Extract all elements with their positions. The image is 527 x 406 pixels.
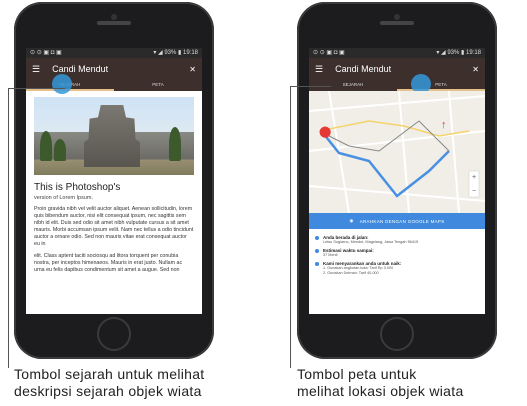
bullet-icon [315,249,319,253]
status-bar: ⊙ ⊙ ▣ ◘ ▣ ▾ ◢ 93% ▮ 19:18 [26,48,202,58]
menu-icon[interactable]: ☰ [32,64,40,75]
app-title: Candi Mendut [52,64,109,74]
camera-icon [111,14,117,20]
origin-pin-icon: ⬤ [319,126,332,138]
caption-right: Tombol peta untuk melihat lokasi objek w… [297,366,464,400]
app-title: Candi Mendut [335,64,392,74]
info-text: 37 Menit [323,253,338,257]
google-maps-button[interactable]: ◉ ARAHKAN DENGAN GOOGLE MAPS [309,213,485,229]
temple-shape [84,105,140,167]
status-right: ▾ ◢ 93% ▮ 19:18 [436,50,481,56]
caption-line: deskripsi sejarah objek wiata [14,383,202,399]
status-icons: ⊙ ⊙ ▣ ◘ ▣ [313,50,345,56]
app-bar: ☰ Candi Mendut ✕ [309,58,485,80]
close-icon[interactable]: ✕ [472,65,479,74]
caption-line: Tombol peta untuk [297,366,417,382]
tree-shape [40,131,52,161]
touch-indicator [52,74,72,94]
destination-pin-icon: ↑ [441,119,447,131]
home-button[interactable] [97,317,131,351]
tree-shape [169,127,181,161]
speaker-grille [380,21,414,25]
temple-photo [34,97,194,175]
pointer-line-right [290,86,331,368]
map-svg: + − [309,91,485,213]
pointer-line-left [8,88,65,368]
bullet-icon [315,236,319,240]
content-subheading: version of Lorem Ipsum. [34,195,93,201]
tree-shape [54,139,66,161]
svg-text:−: − [472,188,476,195]
route-info: Anda berada di jalan: Letsu Sugiarno, Me… [309,229,485,279]
status-icons: ⊙ ⊙ ▣ ◘ ▣ [30,50,62,56]
bullet-icon [315,262,319,266]
tab-bar: SEJARAH PETA [26,74,202,94]
caption-left: Tombol sejarah untuk melihat deskripsi s… [14,366,205,400]
location-pin-icon: ◉ [349,218,354,223]
phone-left: ⊙ ⊙ ▣ ◘ ▣ ▾ ◢ 93% ▮ 19:18 ☰ Candi Mendut… [14,2,214,359]
info-text: 1. Gunakan angkutan kota: Tarif Rp 3.000… [323,266,394,275]
home-button[interactable] [380,317,414,351]
screen-right: ⊙ ⊙ ▣ ◘ ▣ ▾ ◢ 93% ▮ 19:18 ☰ Candi Mendut… [309,48,485,314]
content-paragraph: Proin gravida nibh vel velit auctor aliq… [34,206,194,247]
tab-peta[interactable]: PETA [114,80,202,91]
info-item: Anda berada di jalan: Letsu Sugiarno, Me… [315,235,479,245]
menu-icon[interactable]: ☰ [315,64,323,75]
info-item: Kami menyarankan anda untuk naik: 1. Gun… [315,261,479,276]
tab-bar: SEJARAH PETA [309,74,485,94]
phone-right: ⊙ ⊙ ▣ ◘ ▣ ▾ ◢ 93% ▮ 19:18 ☰ Candi Mendut… [297,2,497,359]
content-paragraph: elit. Class aptent taciti sociosqu ad li… [34,253,183,273]
info-text: Letsu Sugiarno, Mendut, Magelang, Jawa T… [323,240,419,244]
svg-text:+: + [472,174,476,181]
history-content: This is Photoshop's version of Lorem Ips… [26,91,202,280]
map-view[interactable]: + − ⬤ ↑ [309,91,485,213]
status-right: ▾ ◢ 93% ▮ 19:18 [153,50,198,56]
camera-icon [394,14,400,20]
google-maps-button-label: ARAHKAN DENGAN GOOGLE MAPS [359,218,445,224]
status-bar: ⊙ ⊙ ▣ ◘ ▣ ▾ ◢ 93% ▮ 19:18 [309,48,485,58]
caption-line: Tombol sejarah untuk melihat [14,366,205,382]
app-bar: ☰ Candi Mendut ✕ [26,58,202,80]
caption-line: melihat lokasi objek wiata [297,383,464,399]
speaker-grille [97,21,131,25]
info-item: Estimasi waktu sampai: 37 Menit [315,248,479,258]
close-icon[interactable]: ✕ [189,65,196,74]
content-heading: This is Photoshop's [34,182,121,193]
